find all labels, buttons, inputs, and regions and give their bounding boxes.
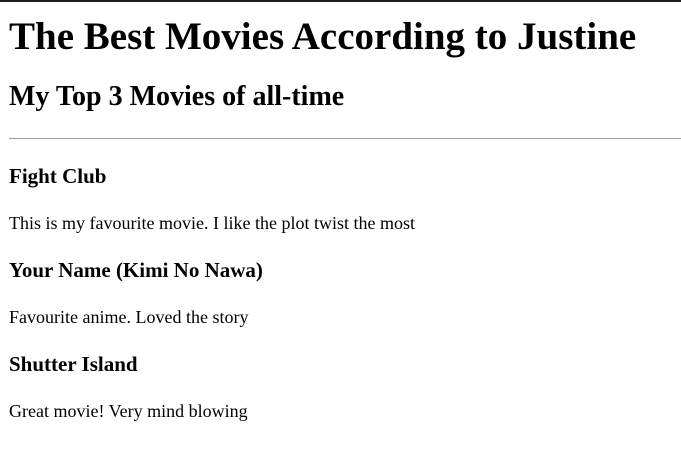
movie-description: This is my favourite movie. I like the p… xyxy=(9,213,415,233)
movie-item-fight-club: Fight Club This is my favourite movie. I… xyxy=(9,164,681,234)
movie-description: Great movie! Very mind blowing xyxy=(9,401,248,421)
movie-title: Fight Club xyxy=(9,164,107,188)
divider xyxy=(9,138,681,139)
movie-item-shutter-island: Shutter Island Great movie! Very mind bl… xyxy=(9,352,681,422)
movie-title: Shutter Island xyxy=(9,352,138,376)
page-title: The Best Movies According to Justine xyxy=(9,15,637,58)
movie-description: Favourite anime. Loved the story xyxy=(9,307,249,327)
page-content: The Best Movies According to Justine My … xyxy=(0,14,681,422)
page-subtitle: My Top 3 Movies of all-time xyxy=(9,81,345,112)
movie-title: Your Name (Kimi No Nawa) xyxy=(9,258,263,282)
movie-item-your-name: Your Name (Kimi No Nawa) Favourite anime… xyxy=(9,258,681,328)
